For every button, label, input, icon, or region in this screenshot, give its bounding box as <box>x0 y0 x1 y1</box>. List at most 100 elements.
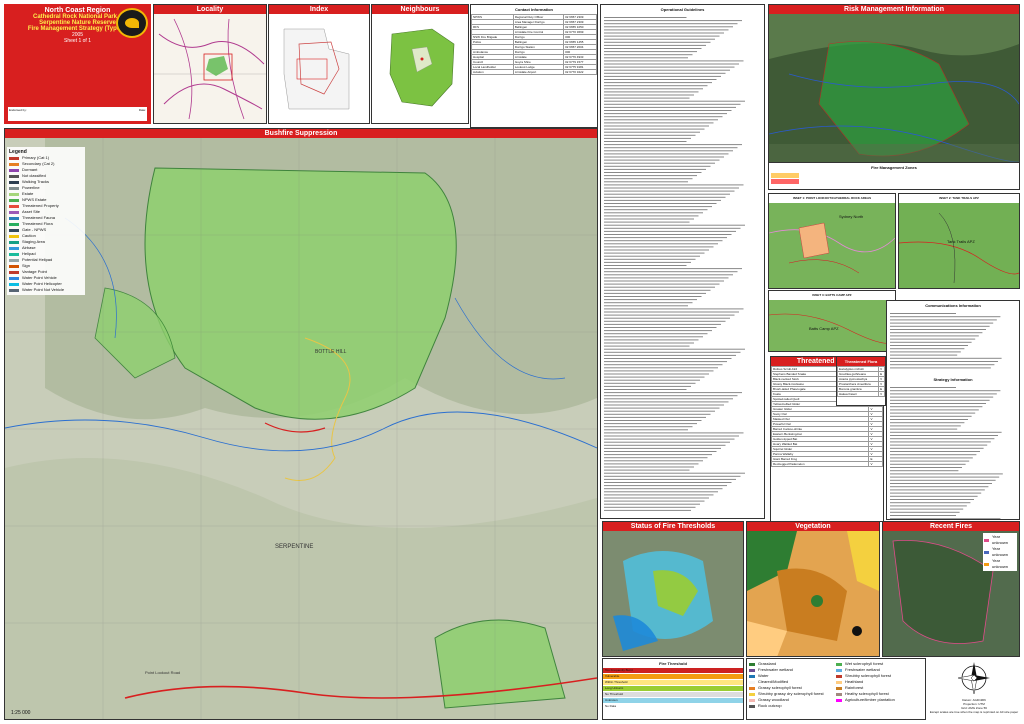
text-line <box>890 505 967 507</box>
text-line <box>604 401 729 403</box>
vegetation-legend-panel: Grassland Wet sclerophyll forest Freshwate… <box>746 658 926 720</box>
recent-fires-legend-item: Year unknown <box>984 546 1016 558</box>
locality-map[interactable] <box>154 14 266 124</box>
contact-table: NPWS Regional Duty Officer 02 6657 2309 Are… <box>471 14 597 75</box>
text-line <box>604 240 723 242</box>
text-line <box>604 429 688 431</box>
communications-panel: Communications Information Strategy Info… <box>886 300 1020 520</box>
text-line <box>604 451 717 452</box>
text-line <box>604 466 694 468</box>
text-line <box>890 348 965 350</box>
risk-management-map[interactable] <box>769 14 1019 176</box>
text-line <box>890 393 997 395</box>
communications-table <box>890 313 1002 369</box>
index-header: Index <box>269 5 369 14</box>
vegetation-map[interactable] <box>747 531 879 657</box>
scale-note: Except scales are true when the map is r… <box>929 710 1019 714</box>
text-line <box>604 370 714 372</box>
text-line <box>604 230 736 232</box>
text-line <box>890 486 989 488</box>
text-line <box>890 499 974 500</box>
recent-fires-header: Recent Fires <box>883 522 1019 531</box>
inset-2-map[interactable]: Tank Trails APZ <box>899 203 1019 289</box>
veg-legend-swatch <box>749 704 755 708</box>
text-line <box>604 54 693 56</box>
text-line <box>604 395 738 397</box>
text-line <box>604 410 715 412</box>
legend-swatch <box>9 162 19 166</box>
text-line <box>890 357 1002 359</box>
text-line <box>604 336 703 338</box>
recent-fires-swatch <box>984 550 989 554</box>
index-map[interactable] <box>269 14 369 124</box>
text-line <box>604 168 706 170</box>
text-line <box>604 75 721 77</box>
inset-3-title: INSET 3: BATTS CAMP APZ <box>769 291 895 300</box>
text-line <box>890 515 956 516</box>
fire-thresholds-map[interactable] <box>603 531 743 657</box>
legend-swatch <box>9 288 19 292</box>
text-line <box>604 289 711 291</box>
inset-2-label: Tank Trails APZ <box>947 239 975 244</box>
legend-swatch <box>9 276 19 280</box>
bushfire-main-map[interactable]: BOTTLE HILL SERPENTINE Point Lookout Roa… <box>5 138 597 720</box>
inset-1-map[interactable]: Sydney North <box>769 203 895 289</box>
text-line <box>890 351 961 353</box>
text-line <box>604 327 717 328</box>
text-line <box>604 320 726 322</box>
locality-panel: Locality <box>153 4 267 124</box>
text-line <box>890 322 994 324</box>
veg-legend-swatch <box>836 668 842 672</box>
threshold-list: Too Frequently Burnt Vulnerable Within Thr… <box>603 668 743 710</box>
text-line <box>604 227 741 229</box>
text-line <box>890 447 984 449</box>
text-line <box>604 364 723 366</box>
text-line <box>604 460 703 462</box>
text-line <box>604 299 697 301</box>
inset-1-sydney-label: Sydney North <box>839 214 863 219</box>
contact-cell: Aviation <box>471 69 514 75</box>
text-line <box>890 508 964 510</box>
veg-legend-swatch <box>749 686 755 690</box>
text-line <box>604 367 718 369</box>
fire-threshold-table-panel: Fire Threshold Too Frequently Burnt Vulne… <box>602 658 744 720</box>
veg-legend-swatch <box>836 662 842 666</box>
fire-thresholds-panel: Status of Fire Thresholds <box>602 521 744 657</box>
veg-legend-swatch <box>836 686 842 690</box>
text-line <box>604 69 730 71</box>
text-line <box>604 41 711 43</box>
text-line <box>890 489 985 491</box>
text-line <box>890 412 976 414</box>
inset-3-map[interactable]: Batts Camp APZ <box>769 300 895 352</box>
title-block: North Coast Region Cathedral Rock Nation… <box>4 4 151 124</box>
text-line <box>890 335 979 337</box>
text-line <box>604 57 688 59</box>
recent-fires-legend-label: Year unknown <box>992 534 1009 545</box>
operational-guidelines-panel: Operational Guidelines <box>600 4 765 519</box>
risk-management-panel: Risk Management Information <box>768 4 1020 176</box>
text-line <box>604 215 699 217</box>
communications-header: Communications Information <box>887 301 1019 310</box>
text-line <box>890 406 983 408</box>
locality-header: Locality <box>154 5 266 14</box>
text-line <box>604 441 730 443</box>
risk-management-header: Risk Management Information <box>769 5 1019 14</box>
veg-legend-swatch <box>836 698 842 702</box>
text-line <box>604 283 720 285</box>
legend-swatch <box>9 180 19 184</box>
text-line <box>890 403 986 404</box>
text-line <box>604 66 735 68</box>
recent-fires-legend-item: Year unknown <box>984 534 1016 546</box>
text-line <box>604 29 729 31</box>
neighbours-map[interactable] <box>372 14 468 124</box>
strategy-info-header: Strategy Information <box>887 375 1019 384</box>
text-line <box>604 308 744 310</box>
text-line <box>890 415 972 417</box>
text-line <box>604 125 709 127</box>
text-line <box>604 447 721 449</box>
text-line <box>604 423 697 425</box>
vegetation-panel: Vegetation <box>746 521 880 657</box>
text-line <box>604 420 702 421</box>
text-line <box>604 413 711 415</box>
text-line <box>890 390 1001 392</box>
